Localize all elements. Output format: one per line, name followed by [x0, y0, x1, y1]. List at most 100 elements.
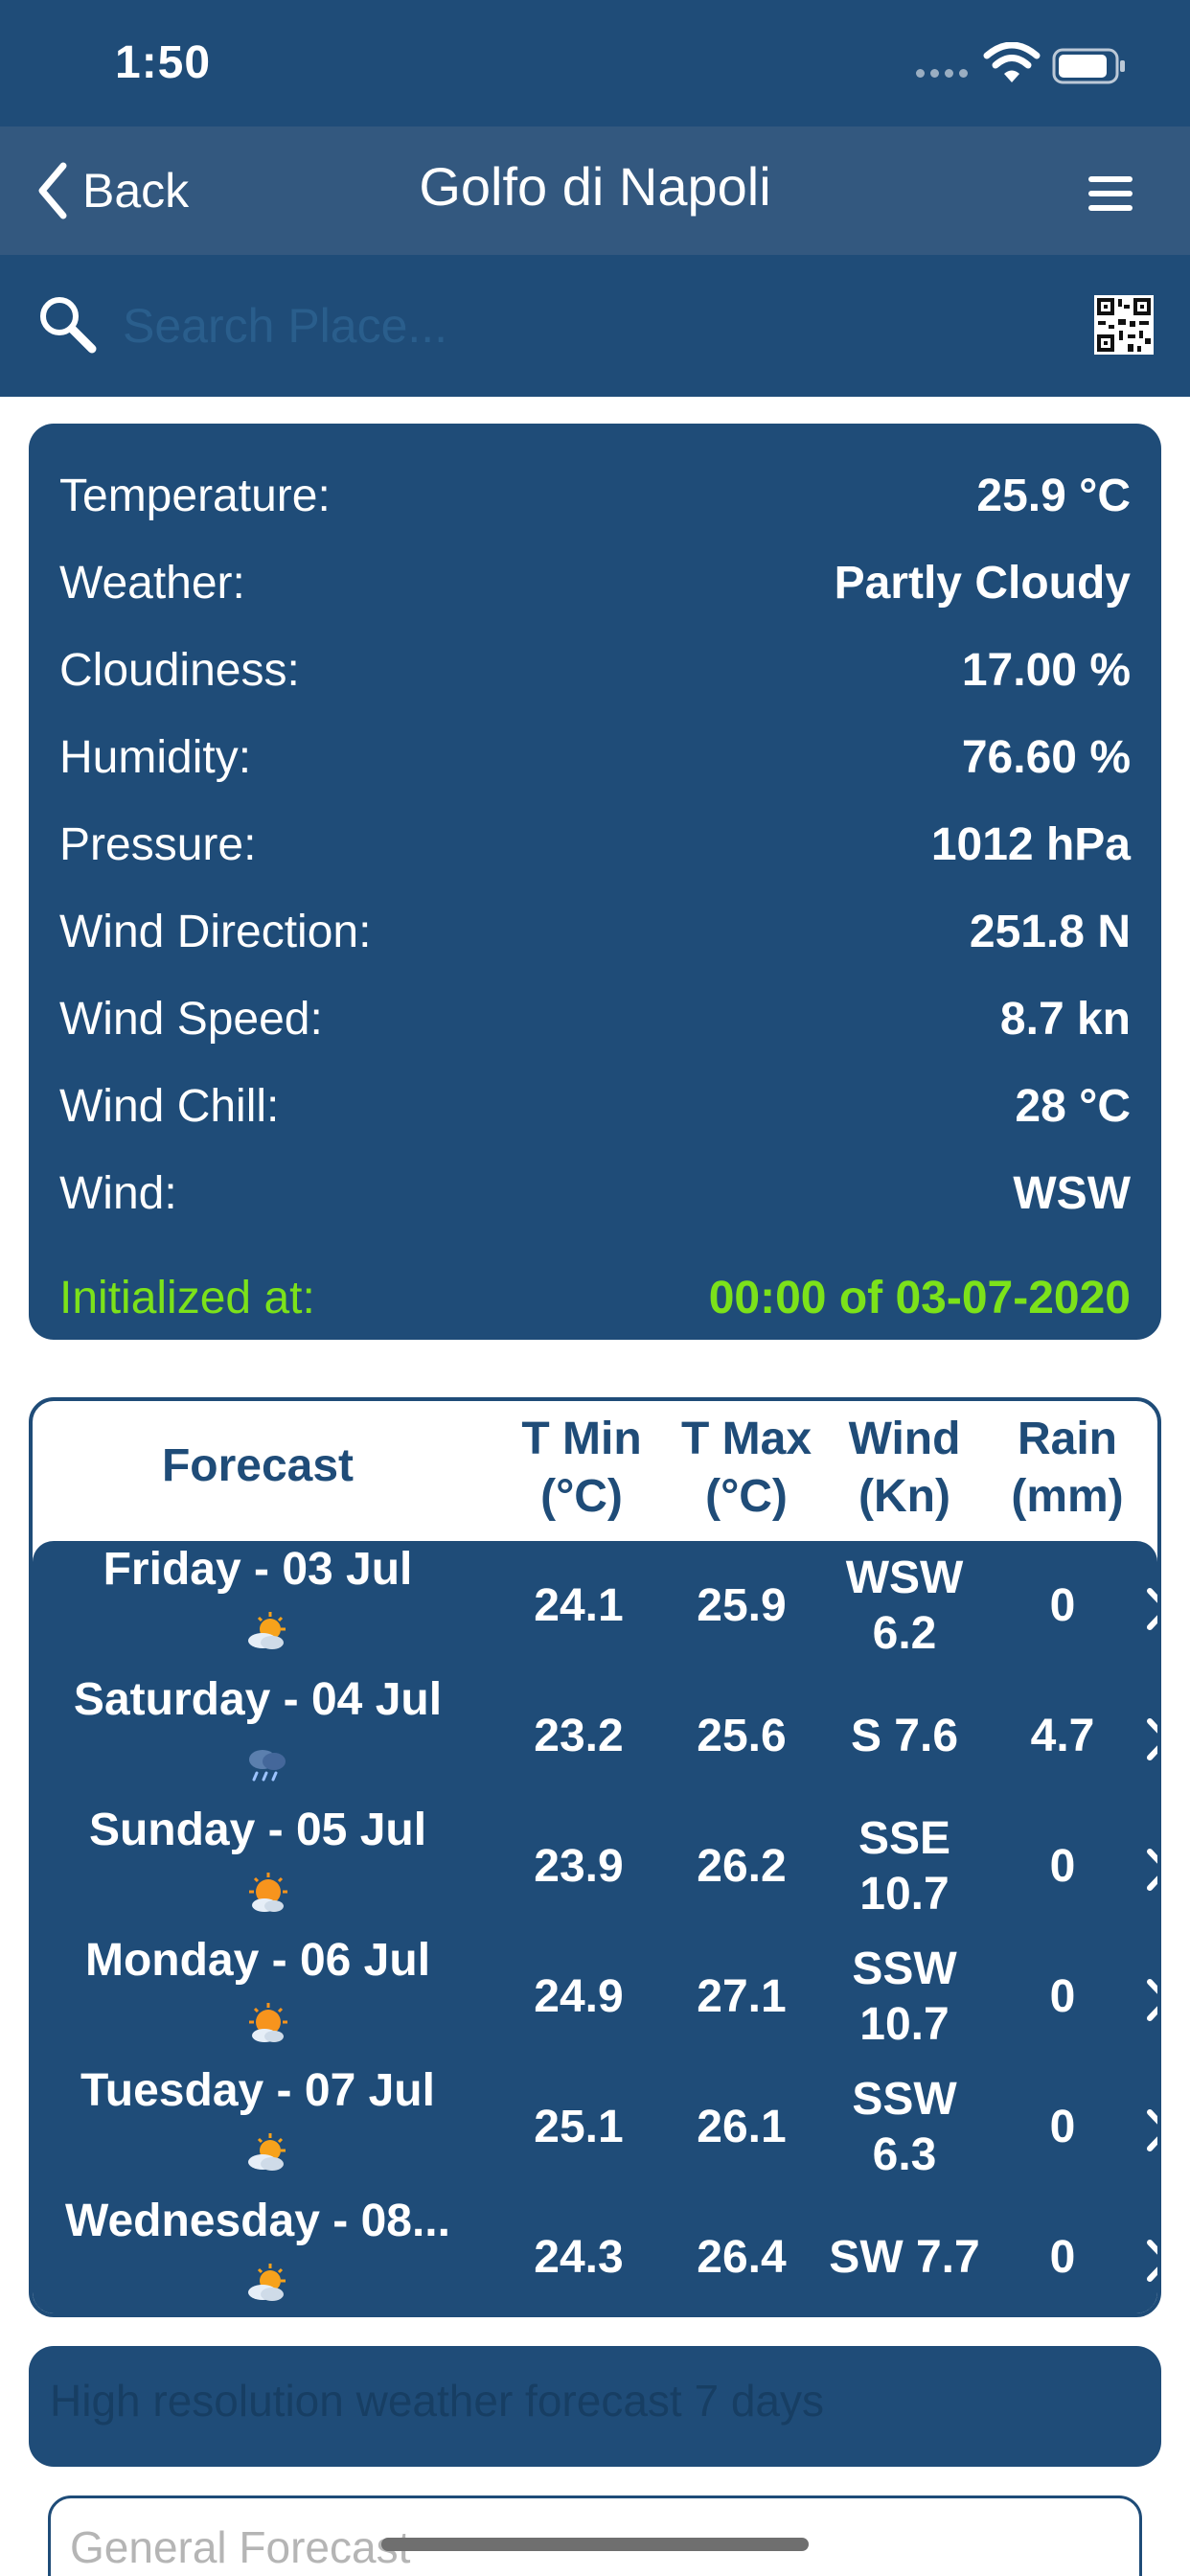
- chevron-right-icon: [1147, 2109, 1157, 2151]
- qr-code-icon[interactable]: [1094, 295, 1154, 355]
- row-value: 251.8 N: [969, 907, 1131, 957]
- high-resolution-forecast-label: High resolution weather forecast 7 days: [50, 2376, 824, 2426]
- row-label: Weather:: [59, 558, 245, 609]
- forecast-wind: SSE 10.7: [858, 1813, 951, 1920]
- current-conditions-card: Temperature: 25.9 °C Weather: Partly Clo…: [29, 424, 1161, 1340]
- forecast-rain: 0: [1049, 1580, 1076, 1631]
- initialized-label: Initialized at:: [59, 1273, 315, 1323]
- row-value: WSW: [1013, 1168, 1131, 1219]
- partly-cloudy-icon: [248, 2264, 286, 2301]
- forecast-tmin: 23.9: [534, 1841, 624, 1892]
- battery-icon: [1052, 48, 1125, 84]
- search-icon[interactable]: [36, 293, 98, 355]
- chevron-right-icon: [1147, 1849, 1157, 1891]
- humidity-row: Humidity: 76.60 %: [59, 714, 1131, 801]
- page-title: Golfo di Napoli: [419, 156, 771, 217]
- sun-cloud-icon: [249, 1873, 287, 1912]
- forecast-day: Tuesday - 07 Jul: [80, 2065, 435, 2116]
- forecast-day: Monday - 06 Jul: [84, 1935, 431, 1986]
- wind-direction-row: Wind Direction: 251.8 N: [59, 888, 1131, 976]
- row-value: 76.60 %: [961, 732, 1131, 783]
- forecast-row[interactable]: Sunday - 05 Jul 23.9 26.2 SSE 10.7 0: [33, 1802, 1157, 1932]
- forecast-wind: S 7.6: [850, 1711, 959, 1761]
- row-value: 28 °C: [1015, 1081, 1131, 1132]
- status-bar: 1:50: [0, 0, 1190, 126]
- row-value: 25.9 °C: [976, 471, 1131, 521]
- forecast-tmin: 23.2: [534, 1711, 624, 1761]
- row-value: Partly Cloudy: [834, 558, 1131, 609]
- general-forecast-box[interactable]: General Forecast: [48, 2496, 1142, 2576]
- chevron-right-icon: [1147, 1979, 1157, 2021]
- row-label: Humidity:: [59, 732, 252, 783]
- forecast-row[interactable]: Saturday - 04 Jul 23.2 25.6 S 7.6 4.7: [33, 1671, 1157, 1802]
- forecast-header: Forecast T Min (°C) T Max (°C) Wind (Kn)…: [33, 1401, 1157, 1541]
- row-label: Wind Direction:: [59, 907, 372, 957]
- forecast-rain: 0: [1049, 2102, 1076, 2152]
- initialized-row: Initialized at: 00:00 of 03-07-2020: [59, 1254, 1131, 1342]
- chevron-right-icon: [1147, 1718, 1157, 1760]
- chevron-right-icon: [1147, 1588, 1157, 1630]
- high-resolution-forecast-button[interactable]: High resolution weather forecast 7 days: [29, 2346, 1161, 2467]
- forecast-day: Saturday - 04 Jul: [73, 1674, 443, 1725]
- status-time: 1:50: [115, 37, 212, 88]
- row-label: Temperature:: [59, 471, 331, 521]
- row-label: Wind Speed:: [59, 994, 323, 1045]
- forecast-body: Friday - 03 Jul 24.1 25.9 WSW 6.2 0 Satu…: [33, 1541, 1157, 2313]
- forecast-tmin: 24.1: [534, 1580, 624, 1631]
- weather-row: Weather: Partly Cloudy: [59, 540, 1131, 627]
- forecast-rain: 0: [1049, 2232, 1076, 2283]
- wind-chill-row: Wind Chill: 28 °C: [59, 1063, 1131, 1150]
- forecast-tmax: 26.1: [697, 2102, 787, 2152]
- temperature-row: Temperature: 25.9 °C: [59, 452, 1131, 540]
- partly-cloudy-icon: [248, 2133, 286, 2171]
- cloudiness-row: Cloudiness: 17.00 %: [59, 627, 1131, 714]
- navigation-bar: Back Golfo di Napoli: [0, 126, 1190, 255]
- rain-cloud-icon: [249, 1750, 286, 1782]
- wind-speed-row: Wind Speed: 8.7 kn: [59, 976, 1131, 1063]
- forecast-tmax: 26.2: [697, 1841, 787, 1892]
- forecast-day: Sunday - 05 Jul: [88, 1805, 427, 1855]
- forecast-tmax: 26.4: [697, 2232, 787, 2283]
- partly-cloudy-icon: [248, 1612, 286, 1649]
- forecast-row[interactable]: Monday - 06 Jul 24.9 27.1 SSW 10.7 0: [33, 1932, 1157, 2062]
- forecast-tmin: 25.1: [534, 2102, 624, 2152]
- search-input[interactable]: [123, 288, 1062, 364]
- wifi-icon: [983, 42, 1041, 82]
- initialized-value: 00:00 of 03-07-2020: [708, 1273, 1131, 1323]
- forecast-wind: SSW 6.3: [852, 2074, 957, 2180]
- wind-row: Wind: WSW: [59, 1150, 1131, 1237]
- forecast-tmax: 27.1: [697, 1971, 787, 2022]
- header-forecast: Forecast: [161, 1440, 355, 1491]
- forecast-wind: WSW 6.2: [845, 1552, 964, 1659]
- forecast-row[interactable]: Wednesday - 08... 24.3 26.4 SW 7.7 0: [33, 2193, 1157, 2313]
- sun-cloud-icon: [249, 2003, 287, 2042]
- forecast-tmin: 24.3: [534, 2232, 624, 2283]
- header-rain: Rain (mm): [1011, 1414, 1124, 1522]
- forecast-wind: SSW 10.7: [852, 1944, 957, 2050]
- row-value: 17.00 %: [961, 645, 1131, 696]
- chevron-right-icon: [1147, 2240, 1157, 2282]
- row-label: Cloudiness:: [59, 645, 300, 696]
- forecast-wind: SW 7.7: [829, 2232, 980, 2283]
- forecast-tmax: 25.9: [697, 1580, 787, 1631]
- forecast-tmax: 25.6: [697, 1711, 787, 1761]
- row-value: 8.7 kn: [999, 994, 1131, 1045]
- hamburger-menu-icon[interactable]: [1088, 174, 1133, 213]
- forecast-row[interactable]: Tuesday - 07 Jul 25.1 26.1 SSW 6.3 0: [33, 2062, 1157, 2193]
- forecast-rain: 4.7: [1030, 1711, 1095, 1761]
- header-tmin: T Min (°C): [521, 1414, 642, 1522]
- home-indicator: [381, 2538, 809, 2551]
- forecast-day: Wednesday - 08...: [65, 2196, 450, 2246]
- forecast-row[interactable]: Friday - 03 Jul 24.1 25.9 WSW 6.2 0: [33, 1541, 1157, 1671]
- forecast-day: Friday - 03 Jul: [103, 1544, 413, 1595]
- forecast-rain: 0: [1049, 1841, 1076, 1892]
- row-label: Wind:: [59, 1168, 177, 1219]
- forecast-table: Forecast T Min (°C) T Max (°C) Wind (Kn)…: [29, 1397, 1161, 2317]
- general-forecast-label: General Forecast: [70, 2522, 411, 2572]
- cellular-signal-icon: [916, 69, 968, 78]
- header-wind: Wind (Kn): [848, 1414, 961, 1522]
- header-tmax: T Max (°C): [680, 1414, 812, 1522]
- forecast-tmin: 24.9: [534, 1971, 624, 2022]
- row-value: 1012 hPa: [930, 819, 1131, 870]
- row-label: Pressure:: [59, 819, 257, 870]
